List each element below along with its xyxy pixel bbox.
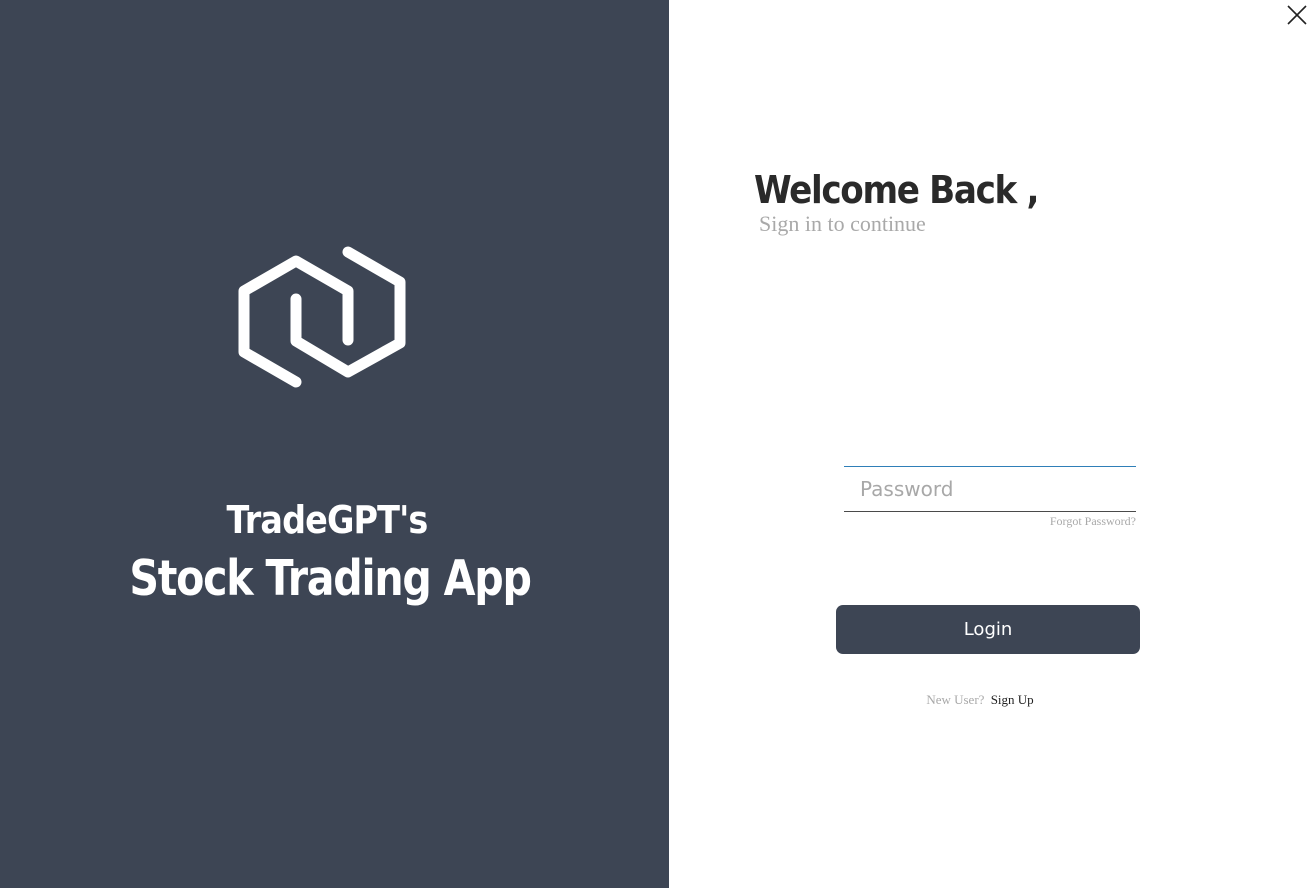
close-icon [1287,5,1307,25]
app-title: Stock Trading App [129,550,532,607]
close-button[interactable] [1284,2,1310,28]
brand-name: TradeGPT's [226,498,429,542]
password-field[interactable] [844,466,1136,512]
new-user-label: New User? [926,692,985,707]
welcome-subtitle: Sign in to continue [759,211,926,236]
forgot-password-link[interactable]: Forgot Password? [1000,514,1136,529]
login-button[interactable]: Login [836,605,1140,654]
welcome-title: Welcome Back , [754,168,1039,212]
hexagon-link-logo-icon [238,246,406,388]
sign-up-link[interactable]: Sign Up [991,692,1034,707]
brand-panel: TradeGPT's Stock Trading App [0,0,669,888]
signup-row: New User? Sign Up [900,692,1060,708]
password-input[interactable] [844,467,1136,511]
